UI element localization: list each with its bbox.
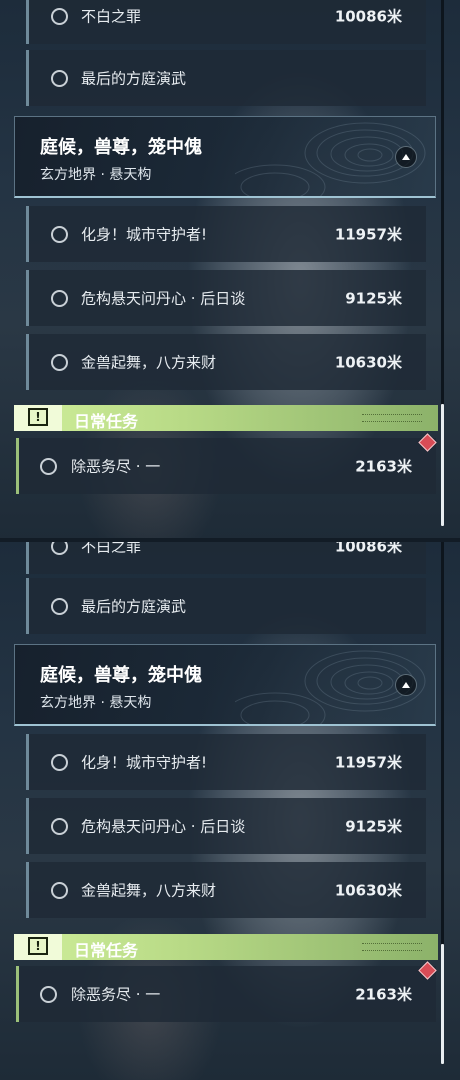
quest-distance: 11957米 <box>334 753 402 772</box>
quest-status-circle-icon <box>51 290 68 307</box>
quest-title: 金兽起舞，八方来财 <box>81 881 217 900</box>
quest-title: 不白之罪 <box>81 540 142 556</box>
quest-status-circle-icon <box>51 598 68 615</box>
chapter-subtitle: 玄方地界 · 悬天构 <box>40 167 152 183</box>
header-decoration <box>362 414 422 422</box>
quest-title: 最后的方庭演武 <box>81 69 187 88</box>
quest-row[interactable]: 化身！城市守护者! 11957米 <box>26 206 426 262</box>
quest-status-circle-icon <box>40 458 57 475</box>
chapter-header[interactable]: 庭候，兽尊，笼中傀 玄方地界 · 悬天构 <box>14 116 436 198</box>
chevron-up-icon <box>402 682 410 688</box>
quest-status-circle-icon <box>51 540 68 555</box>
quest-status-circle-icon <box>51 354 68 371</box>
quest-title: 化身！城市守护者! <box>81 225 208 244</box>
quest-distance: 10630米 <box>334 353 402 372</box>
quest-status-circle-icon <box>51 8 68 25</box>
chapter-title: 庭候，兽尊，笼中傀 <box>40 665 202 686</box>
quest-status-circle-icon <box>51 70 68 87</box>
daily-tasks-title: 日常任务 <box>74 941 139 960</box>
quest-distance: 2163米 <box>355 985 412 1004</box>
quest-distance: 10630米 <box>334 881 402 900</box>
quest-title: 危构悬天问丹心 · 后日谈 <box>81 817 246 836</box>
daily-tasks-header[interactable]: ! 日常任务 <box>14 934 438 960</box>
chapter-title: 庭候，兽尊，笼中傀 <box>40 137 202 158</box>
quest-row[interactable]: 化身！城市守护者! 11957米 <box>26 734 426 790</box>
quest-row[interactable]: 金兽起舞，八方来财 10630米 <box>26 862 426 918</box>
daily-quest-row[interactable]: 除恶务尽 · 一 2163米 <box>16 438 436 494</box>
daily-quest-row[interactable]: 除恶务尽 · 一 2163米 <box>16 966 436 1022</box>
quest-title: 金兽起舞，八方来财 <box>81 353 217 372</box>
quest-title: 除恶务尽 · 一 <box>71 985 161 1004</box>
collapse-button[interactable] <box>395 674 417 696</box>
daily-tasks-title: 日常任务 <box>74 412 139 431</box>
quest-row[interactable]: 最后的方庭演武 <box>26 50 426 106</box>
quest-title: 不白之罪 <box>81 7 142 26</box>
quest-status-circle-icon <box>40 986 57 1003</box>
exclamation-icon: ! <box>28 408 48 426</box>
quest-row[interactable]: 危构悬天问丹心 · 后日谈 9125米 <box>26 270 426 326</box>
quest-row[interactable]: 金兽起舞，八方来财 10630米 <box>26 334 426 390</box>
scrollbar-thumb[interactable] <box>441 404 444 526</box>
quest-status-circle-icon <box>51 754 68 771</box>
quest-distance: 10086米 <box>334 7 402 26</box>
scrollbar-thumb[interactable] <box>441 944 444 1064</box>
quest-title: 危构悬天问丹心 · 后日谈 <box>81 289 246 308</box>
chapter-header[interactable]: 庭候，兽尊，笼中傀 玄方地界 · 悬天构 <box>14 644 436 726</box>
quest-distance: 10086米 <box>334 540 402 556</box>
quest-panel-bottom: 不白之罪 10086米 最后的方庭演武 庭候，兽尊，笼中傀 玄方地界 · 悬天构 <box>0 540 460 1080</box>
quest-row[interactable]: 最后的方庭演武 <box>26 578 426 634</box>
daily-tasks-header[interactable]: ! 日常任务 <box>14 405 438 431</box>
chapter-subtitle: 玄方地界 · 悬天构 <box>40 695 152 711</box>
quest-status-circle-icon <box>51 818 68 835</box>
quest-row[interactable]: 危构悬天问丹心 · 后日谈 9125米 <box>26 798 426 854</box>
quest-row[interactable]: 不白之罪 10086米 <box>26 0 426 44</box>
quest-distance: 9125米 <box>345 817 402 836</box>
quest-distance: 9125米 <box>345 289 402 308</box>
quest-distance: 2163米 <box>355 457 412 476</box>
quest-panel-top: 不白之罪 10086米 最后的方庭演武 庭候，兽尊，笼中傀 玄方地界 · 悬天构 <box>0 0 460 540</box>
divider <box>0 538 460 542</box>
quest-distance: 11957米 <box>334 225 402 244</box>
quest-title: 最后的方庭演武 <box>81 597 187 616</box>
collapse-button[interactable] <box>395 146 417 168</box>
quest-status-circle-icon <box>51 226 68 243</box>
quest-title: 化身！城市守护者! <box>81 753 208 772</box>
quest-title: 除恶务尽 · 一 <box>71 457 161 476</box>
chevron-up-icon <box>402 154 410 160</box>
quest-row[interactable]: 不白之罪 10086米 <box>26 540 426 574</box>
quest-status-circle-icon <box>51 882 68 899</box>
header-decoration <box>362 943 422 951</box>
exclamation-icon: ! <box>28 937 48 955</box>
